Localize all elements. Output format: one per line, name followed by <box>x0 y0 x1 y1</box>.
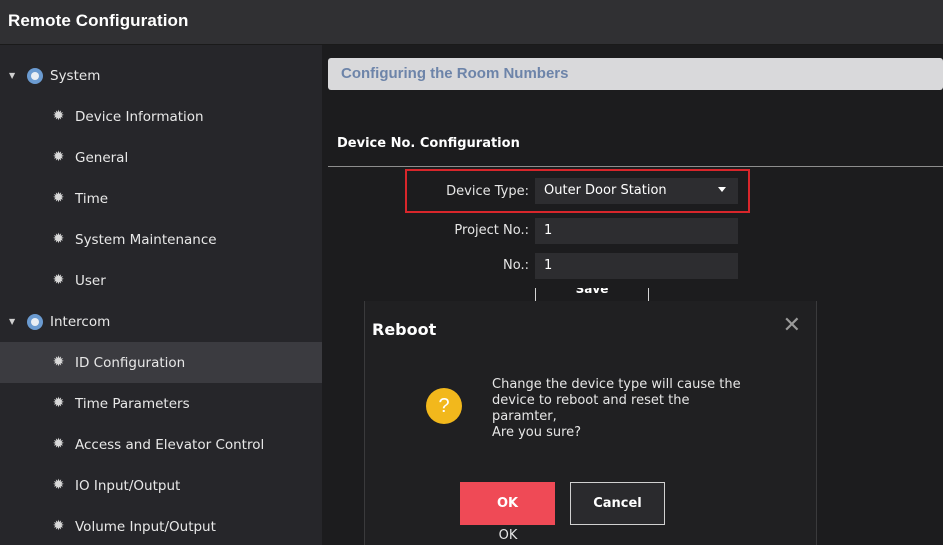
highlight-box <box>405 169 750 213</box>
gear-icon: ✹ <box>52 395 65 411</box>
sidebar-item-volume-input-output[interactable]: ✹ Volume Input/Output <box>0 506 322 545</box>
no-label: No.: <box>503 258 529 273</box>
project-no-label-wrap: Project No.: <box>322 220 529 240</box>
globe-icon <box>27 67 43 84</box>
reboot-dialog: Reboot ✕ ? Change the device type will c… <box>364 301 817 545</box>
section-title: Configuring the Room Numbers <box>341 65 569 82</box>
sidebar-item-label: Volume Input/Output <box>75 518 216 535</box>
gear-icon: ✹ <box>52 477 65 493</box>
gear-icon: ✹ <box>52 108 65 124</box>
gear-icon: ✹ <box>52 231 65 247</box>
question-icon: ? <box>426 388 462 424</box>
sidebar-item-label: Time Parameters <box>75 395 190 412</box>
tree-group-label: Intercom <box>50 313 111 330</box>
project-no-input[interactable]: 1 <box>535 218 738 244</box>
dialog-message: Change the device type will cause the de… <box>492 377 802 441</box>
section-header: Configuring the Room Numbers <box>328 58 943 90</box>
sidebar-item-user[interactable]: ✹ User <box>0 260 322 301</box>
ok-caption: OK <box>498 528 518 543</box>
main-content: Configuring the Room Numbers Device No. … <box>322 45 943 545</box>
no-label-wrap: No.: <box>322 255 529 275</box>
caret-down-icon[interactable]: ▼ <box>9 71 17 80</box>
project-no-value: 1 <box>544 223 553 238</box>
sidebar-item-label: System Maintenance <box>75 231 217 248</box>
dialog-title: Reboot <box>372 320 437 339</box>
gear-icon: ✹ <box>52 354 65 370</box>
gear-icon: ✹ <box>52 190 65 206</box>
ok-button[interactable]: OK <box>460 482 555 525</box>
sidebar-item-time[interactable]: ✹ Time <box>0 178 322 219</box>
sidebar-item-label: ID Configuration <box>75 354 186 371</box>
sidebar-item-label: Time <box>75 190 109 207</box>
subsection-title: Device No. Configuration <box>337 136 520 151</box>
sidebar-item-device-information[interactable]: ✹ Device Information <box>0 96 322 137</box>
tree-group-label: System <box>50 67 101 84</box>
gear-icon: ✹ <box>52 518 65 534</box>
app-title: Remote Configuration <box>8 11 189 30</box>
no-input[interactable]: 1 <box>535 253 738 279</box>
sidebar-item-io-input-output[interactable]: ✹ IO Input/Output <box>0 465 322 506</box>
cancel-button[interactable]: Cancel <box>570 482 665 525</box>
caret-down-icon[interactable]: ▼ <box>9 317 17 326</box>
sidebar-item-general[interactable]: ✹ General <box>0 137 322 178</box>
sidebar-item-label: Access and Elevator Control <box>75 436 265 453</box>
no-value: 1 <box>544 258 553 273</box>
title-bar: Remote Configuration <box>0 0 943 45</box>
tree-group-intercom[interactable]: ▼ Intercom <box>0 301 322 342</box>
sidebar-item-time-parameters[interactable]: ✹ Time Parameters <box>0 383 322 424</box>
sidebar-item-label: General <box>75 149 129 166</box>
tree-group-system[interactable]: ▼ System <box>0 55 322 96</box>
sidebar-item-system-maintenance[interactable]: ✹ System Maintenance <box>0 219 322 260</box>
sidebar-item-access-elevator-control[interactable]: ✹ Access and Elevator Control <box>0 424 322 465</box>
dialog-message-line: Change the device type will cause the <box>492 377 741 392</box>
gear-icon: ✹ <box>52 149 65 165</box>
sidebar-item-label: IO Input/Output <box>75 477 181 494</box>
dialog-message-line: Are you sure? <box>492 425 582 440</box>
sidebar: ▼ System ✹ Device Information ✹ General … <box>0 45 322 545</box>
sidebar-item-id-configuration[interactable]: ✹ ID Configuration <box>0 342 322 383</box>
project-no-label: Project No.: <box>454 223 529 238</box>
divider <box>328 166 943 167</box>
dialog-message-line: paramter, <box>492 409 557 424</box>
sidebar-item-label: User <box>75 272 106 289</box>
dialog-message-line: device to reboot and reset the <box>492 393 690 408</box>
gear-icon: ✹ <box>52 272 65 288</box>
save-button-label: Save <box>575 288 609 296</box>
globe-icon <box>27 313 43 330</box>
gear-icon: ✹ <box>52 436 65 452</box>
close-icon[interactable]: ✕ <box>783 315 801 337</box>
sidebar-item-label: Device Information <box>75 108 204 125</box>
